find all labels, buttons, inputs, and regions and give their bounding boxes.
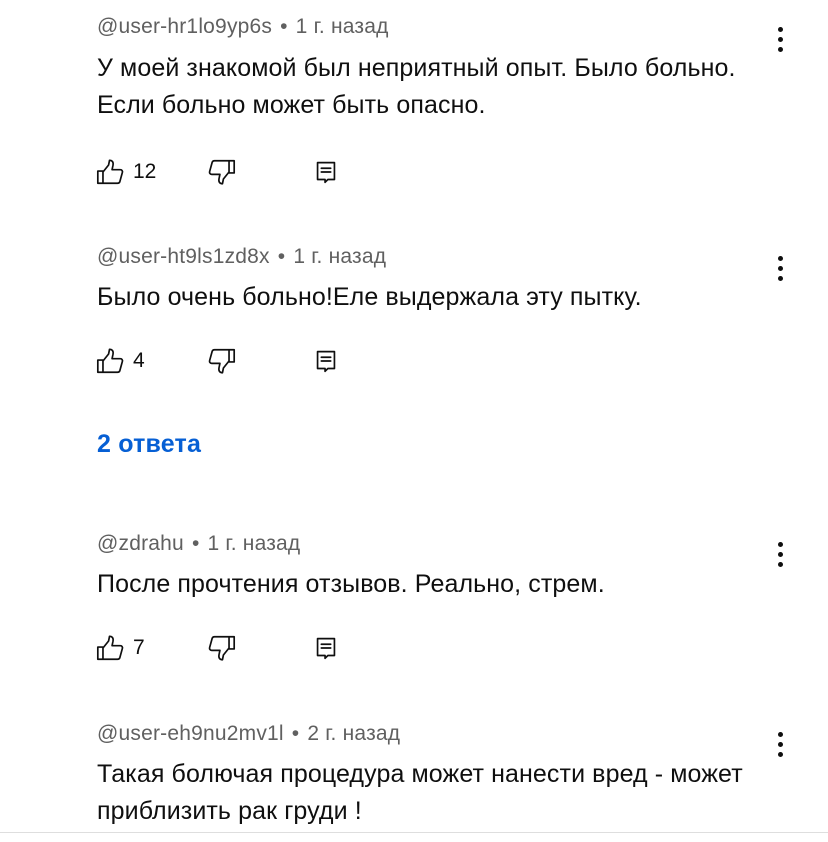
reply-icon xyxy=(311,157,341,187)
more-vertical-icon[interactable] xyxy=(766,537,794,571)
comment-time[interactable]: 1 г. назад xyxy=(208,532,301,555)
dislike-button[interactable] xyxy=(207,157,311,187)
replies-link[interactable]: 2 ответа xyxy=(97,430,201,459)
thumbs-down-icon xyxy=(207,157,237,187)
like-button[interactable]: 12 xyxy=(95,157,207,187)
meta-separator: • xyxy=(291,722,300,745)
dislike-button[interactable] xyxy=(207,633,311,663)
meta-separator: • xyxy=(277,245,286,268)
divider xyxy=(0,832,828,833)
comment-text: После прочтения отзывов. Реально, стрем. xyxy=(97,570,605,598)
comment-meta: @user-hr1lo9yp6s • 1 г. назад xyxy=(97,15,389,39)
like-count: 4 xyxy=(133,349,145,372)
comment-text: Такая болючая процедура может нанести вр… xyxy=(97,760,743,825)
comment-author[interactable]: @zdrahu xyxy=(97,532,184,555)
comment-actions: 7 xyxy=(95,633,341,663)
reply-button[interactable] xyxy=(311,633,341,663)
reply-icon xyxy=(311,346,341,376)
dislike-button[interactable] xyxy=(207,346,311,376)
reply-icon xyxy=(311,633,341,663)
like-count: 7 xyxy=(133,636,145,659)
comment-author[interactable]: @user-hr1lo9yp6s xyxy=(97,15,272,38)
comment-meta: @zdrahu • 1 г. назад xyxy=(97,532,300,556)
comment-time[interactable]: 1 г. назад xyxy=(296,15,389,38)
more-vertical-icon[interactable] xyxy=(766,251,794,285)
reply-button[interactable] xyxy=(311,346,341,376)
thumbs-down-icon xyxy=(207,346,237,376)
thumbs-up-icon xyxy=(95,346,125,376)
comment-meta: @user-eh9nu2mv1l • 2 г. назад xyxy=(97,722,400,746)
more-vertical-icon[interactable] xyxy=(766,22,794,56)
comment-author[interactable]: @user-ht9ls1zd8x xyxy=(97,245,270,268)
comment-author[interactable]: @user-eh9nu2mv1l xyxy=(97,722,284,745)
comment-meta: @user-ht9ls1zd8x • 1 г. назад xyxy=(97,245,386,269)
meta-separator: • xyxy=(191,532,200,555)
thumbs-down-icon xyxy=(207,633,237,663)
comment-actions: 12 xyxy=(95,157,341,187)
thumbs-up-icon xyxy=(95,157,125,187)
comment-text: У моей знакомой был неприятный опыт. Был… xyxy=(97,54,736,119)
thumbs-up-icon xyxy=(95,633,125,663)
meta-separator: • xyxy=(280,15,288,38)
like-button[interactable]: 4 xyxy=(95,346,207,376)
more-vertical-icon[interactable] xyxy=(766,727,794,761)
comment-time[interactable]: 2 г. назад xyxy=(307,722,400,745)
like-button[interactable]: 7 xyxy=(95,633,207,663)
like-count: 12 xyxy=(133,160,157,183)
comment-text: Было очень больно!Еле выдержала эту пытк… xyxy=(97,283,642,311)
comment-time[interactable]: 1 г. назад xyxy=(293,245,386,268)
comment-actions: 4 xyxy=(95,346,341,376)
reply-button[interactable] xyxy=(311,157,341,187)
